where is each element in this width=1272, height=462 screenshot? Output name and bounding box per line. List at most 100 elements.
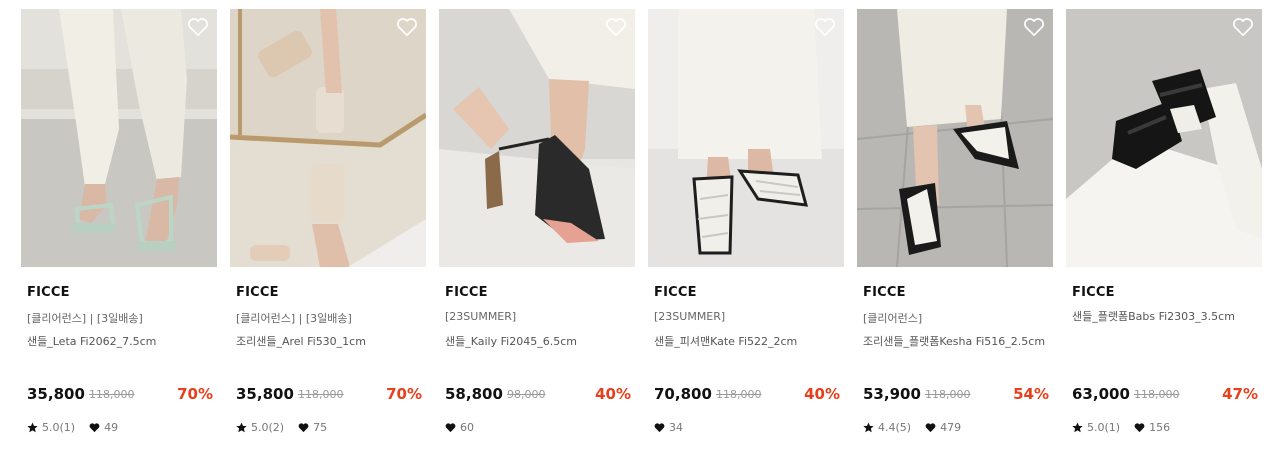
sale-price: 63,000 <box>1072 385 1130 403</box>
product-tag: [클리어런스] | [3일배송] <box>27 312 143 325</box>
sale-price: 53,900 <box>863 385 921 403</box>
product-name[interactable]: 조리샌들_Arel Fi530_1cm <box>236 334 422 350</box>
discount-rate: 47% <box>1222 385 1258 403</box>
product-image[interactable] <box>230 9 426 267</box>
product-image[interactable] <box>21 9 217 267</box>
likes: 156 <box>1134 421 1170 434</box>
product-image[interactable] <box>648 9 844 267</box>
wishlist-heart-icon[interactable] <box>605 17 627 37</box>
sale-price: 35,800 <box>27 385 85 403</box>
product-meta: 5.0(1) 49 <box>27 420 132 434</box>
discount-rate: 70% <box>177 385 213 403</box>
product-tag: [23SUMMER] <box>445 310 517 323</box>
star-icon <box>863 421 874 433</box>
price-row: 35,800 118,000 70% <box>27 385 213 405</box>
product-image[interactable] <box>1066 9 1262 267</box>
product-meta: 5.0(1) 156 <box>1072 420 1184 434</box>
rating: 5.0(2) <box>236 421 284 434</box>
original-price: 118,000 <box>1134 388 1180 401</box>
original-price: 118,000 <box>716 388 762 401</box>
product-name[interactable]: 샌들_Kaily Fi2045_6.5cm <box>445 334 631 350</box>
brand-name[interactable]: FICCE <box>654 285 697 300</box>
rating-value: 5.0(2) <box>251 420 285 434</box>
original-price: 118,000 <box>89 388 135 401</box>
likes-count: 49 <box>104 420 119 434</box>
product-tag: [클리어런스] <box>863 312 923 325</box>
product-card[interactable]: FICCE 샌들_플랫폼Babs Fi2303_3.5cm 63,000 118… <box>1066 9 1262 449</box>
price-row: 63,000 118,000 47% <box>1072 385 1258 405</box>
product-meta: 4.4(5) 479 <box>863 420 975 434</box>
likes: 479 <box>925 421 961 434</box>
product-card[interactable]: FICCE [23SUMMER] 샌들_Kaily Fi2045_6.5cm 5… <box>439 9 635 449</box>
sale-price: 35,800 <box>236 385 294 403</box>
brand-name[interactable]: FICCE <box>27 285 70 300</box>
wishlist-heart-icon[interactable] <box>187 17 209 37</box>
heart-filled-icon <box>654 422 665 433</box>
wishlist-heart-icon[interactable] <box>396 17 418 37</box>
discount-rate: 40% <box>595 385 631 403</box>
heart-filled-icon <box>445 422 456 433</box>
product-photo <box>857 9 1053 267</box>
price-row: 53,900 118,000 54% <box>863 385 1049 405</box>
star-icon <box>236 421 247 433</box>
product-meta: 60 <box>445 420 488 434</box>
heart-filled-icon <box>298 422 309 433</box>
product-photo <box>230 9 426 267</box>
product-name[interactable]: 샌들_플랫폼Babs Fi2303_3.5cm <box>1072 309 1258 325</box>
price-row: 35,800 118,000 70% <box>236 385 422 405</box>
brand-name[interactable]: FICCE <box>863 285 906 300</box>
likes-count: 34 <box>669 420 683 434</box>
product-card[interactable]: FICCE [23SUMMER] 샌들_피셔맨Kate Fi522_2cm 70… <box>648 9 844 449</box>
brand-name[interactable]: FICCE <box>445 285 488 300</box>
product-meta: 34 <box>654 420 697 434</box>
rating: 5.0(1) <box>27 421 75 434</box>
product-photo <box>648 9 844 267</box>
brand-name[interactable]: FICCE <box>1072 285 1115 300</box>
product-meta: 5.0(2) 75 <box>236 420 341 434</box>
star-icon <box>1072 421 1083 433</box>
rating-value: 5.0(1) <box>42 420 76 434</box>
product-name[interactable]: 샌들_Leta Fi2062_7.5cm <box>27 334 213 350</box>
likes: 34 <box>654 421 683 434</box>
likes-count: 75 <box>313 420 328 434</box>
sale-price: 58,800 <box>445 385 503 403</box>
rating-value: 4.4(5) <box>878 420 912 434</box>
product-name[interactable]: 샌들_피셔맨Kate Fi522_2cm <box>654 334 840 350</box>
product-tag: [23SUMMER] <box>654 310 726 323</box>
product-grid: FICCE [클리어런스] | [3일배송] 샌들_Leta Fi2062_7.… <box>21 9 1262 449</box>
original-price: 118,000 <box>925 388 971 401</box>
product-tag: [클리어런스] | [3일배송] <box>236 312 352 325</box>
discount-rate: 54% <box>1013 385 1049 403</box>
likes: 75 <box>298 421 327 434</box>
likes-count: 156 <box>1149 420 1171 434</box>
original-price: 118,000 <box>298 388 344 401</box>
wishlist-heart-icon[interactable] <box>1023 17 1045 37</box>
likes-count: 479 <box>940 420 962 434</box>
heart-filled-icon <box>89 422 100 433</box>
brand-name[interactable]: FICCE <box>236 285 279 300</box>
wishlist-heart-icon[interactable] <box>814 17 836 37</box>
product-name[interactable]: 조리샌들_플랫폼Kesha Fi516_2.5cm <box>863 334 1049 350</box>
discount-rate: 70% <box>386 385 422 403</box>
star-icon <box>27 421 38 433</box>
product-image[interactable] <box>439 9 635 267</box>
heart-filled-icon <box>1134 422 1145 433</box>
rating: 5.0(1) <box>1072 421 1120 434</box>
product-image[interactable] <box>857 9 1053 267</box>
product-card[interactable]: FICCE [클리어런스] 조리샌들_플랫폼Kesha Fi516_2.5cm … <box>857 9 1053 449</box>
price-row: 58,800 98,000 40% <box>445 385 631 405</box>
product-photo <box>439 9 635 267</box>
likes: 49 <box>89 421 118 434</box>
rating: 4.4(5) <box>863 421 911 434</box>
rating-value: 5.0(1) <box>1087 420 1121 434</box>
wishlist-heart-icon[interactable] <box>1232 17 1254 37</box>
product-photo <box>1066 9 1262 267</box>
price-row: 70,800 118,000 40% <box>654 385 840 405</box>
heart-filled-icon <box>925 422 936 433</box>
product-card[interactable]: FICCE [클리어런스] | [3일배송] 조리샌들_Arel Fi530_1… <box>230 9 426 449</box>
likes-count: 60 <box>460 420 474 434</box>
product-card[interactable]: FICCE [클리어런스] | [3일배송] 샌들_Leta Fi2062_7.… <box>21 9 217 449</box>
original-price: 98,000 <box>507 388 546 401</box>
likes: 60 <box>445 421 474 434</box>
sale-price: 70,800 <box>654 385 712 403</box>
